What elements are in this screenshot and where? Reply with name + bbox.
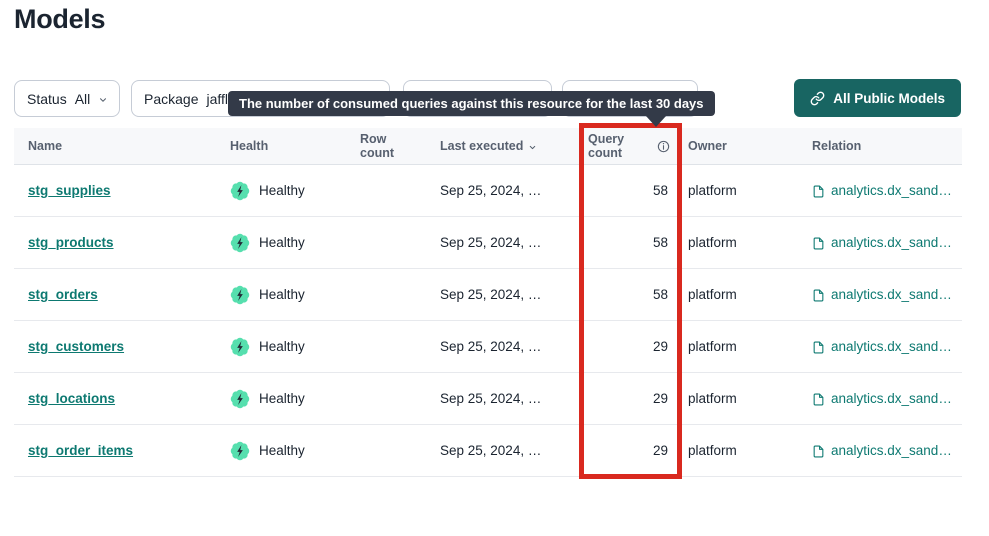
file-icon: [812, 236, 825, 251]
column-header-owner: Owner: [670, 139, 792, 153]
column-header-health: Health: [230, 139, 360, 153]
info-icon[interactable]: [657, 140, 670, 153]
table-row: stg_locations Healthy Sep 25, 2024, …: [14, 373, 962, 425]
page-title: Models: [14, 4, 105, 35]
owner-value: platform: [670, 183, 792, 198]
status-filter-label: Status: [27, 91, 67, 107]
owner-value: platform: [670, 339, 792, 354]
last-executed-value: Sep 25, 2024, …: [422, 443, 586, 458]
owner-value: platform: [670, 443, 792, 458]
table-header-row: Name Health Row count Last executed Quer…: [14, 128, 962, 165]
all-public-models-label: All Public Models: [833, 91, 945, 106]
last-executed-value: Sep 25, 2024, …: [422, 391, 586, 406]
model-name-link[interactable]: stg_order_items: [28, 443, 133, 458]
model-name-link[interactable]: stg_supplies: [28, 183, 111, 198]
column-header-query-count: Query count: [586, 132, 670, 160]
query-count-value: 58: [586, 183, 670, 198]
health-label: Healthy: [259, 235, 305, 250]
healthy-badge-icon: [230, 389, 250, 409]
relation-link[interactable]: analytics.dx_sand…: [831, 391, 952, 406]
relation-link[interactable]: analytics.dx_sand…: [831, 235, 952, 250]
table-row: stg_customers Healthy Sep 25, 2024, …: [14, 321, 962, 373]
query-count-value: 58: [586, 287, 670, 302]
last-executed-value: Sep 25, 2024, …: [422, 235, 586, 250]
file-icon: [812, 184, 825, 199]
healthy-badge-icon: [230, 285, 250, 305]
column-header-name: Name: [14, 139, 230, 153]
relation-link[interactable]: analytics.dx_sand…: [831, 443, 952, 458]
relation-link[interactable]: analytics.dx_sand…: [831, 287, 952, 302]
table-row: stg_orders Healthy Sep 25, 2024, … 5: [14, 269, 962, 321]
chevron-down-icon: [98, 95, 108, 105]
health-label: Healthy: [259, 339, 305, 354]
tooltip-caret: [646, 116, 666, 127]
model-name-link[interactable]: stg_orders: [28, 287, 98, 302]
link-icon: [810, 91, 825, 106]
healthy-badge-icon: [230, 337, 250, 357]
last-executed-value: Sep 25, 2024, …: [422, 183, 586, 198]
table-row: stg_supplies Healthy Sep 25, 2024, …: [14, 165, 962, 217]
health-label: Healthy: [259, 443, 305, 458]
relation-link[interactable]: analytics.dx_sand…: [831, 339, 952, 354]
owner-value: platform: [670, 235, 792, 250]
query-count-value: 29: [586, 339, 670, 354]
file-icon: [812, 444, 825, 459]
healthy-badge-icon: [230, 441, 250, 461]
model-name-link[interactable]: stg_products: [28, 235, 114, 250]
last-executed-value: Sep 25, 2024, …: [422, 339, 586, 354]
query-count-value: 29: [586, 443, 670, 458]
column-header-row-count: Row count: [360, 132, 422, 160]
healthy-badge-icon: [230, 181, 250, 201]
package-filter-label: Package: [144, 91, 198, 107]
query-count-value: 29: [586, 391, 670, 406]
last-executed-value: Sep 25, 2024, …: [422, 287, 586, 302]
status-filter-value: All: [75, 91, 91, 107]
models-page: Models Status All Package jaffle_ All Pu…: [0, 0, 989, 536]
sort-chevron-icon[interactable]: [528, 143, 537, 152]
all-public-models-button[interactable]: All Public Models: [794, 79, 961, 117]
query-count-value: 58: [586, 235, 670, 250]
owner-value: platform: [670, 391, 792, 406]
model-name-link[interactable]: stg_customers: [28, 339, 124, 354]
health-label: Healthy: [259, 183, 305, 198]
column-header-relation: Relation: [792, 139, 962, 153]
models-table: Name Health Row count Last executed Quer…: [14, 128, 962, 477]
column-header-last-executed[interactable]: Last executed: [422, 139, 586, 153]
table-row: stg_order_items Healthy Sep 25, 2024, …: [14, 425, 962, 477]
healthy-badge-icon: [230, 233, 250, 253]
table-row: stg_products Healthy Sep 25, 2024, …: [14, 217, 962, 269]
file-icon: [812, 288, 825, 303]
model-name-link[interactable]: stg_locations: [28, 391, 115, 406]
file-icon: [812, 392, 825, 407]
owner-value: platform: [670, 287, 792, 302]
relation-link[interactable]: analytics.dx_sand…: [831, 183, 952, 198]
file-icon: [812, 340, 825, 355]
health-label: Healthy: [259, 391, 305, 406]
status-filter-dropdown[interactable]: Status All: [14, 80, 120, 117]
table-body: stg_supplies Healthy Sep 25, 2024, …: [14, 165, 962, 477]
query-count-tooltip: The number of consumed queries against t…: [228, 91, 715, 116]
health-label: Healthy: [259, 287, 305, 302]
